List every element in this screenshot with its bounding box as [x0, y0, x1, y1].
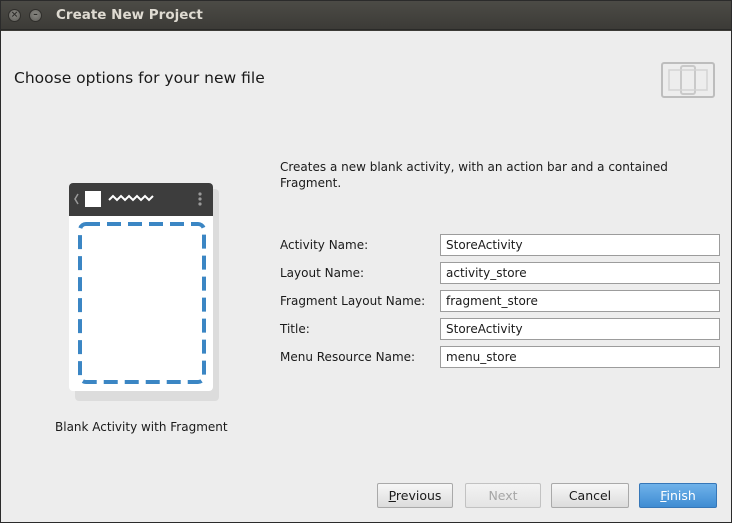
finish-button[interactable]: Finish — [639, 483, 717, 508]
device-layout-icon — [661, 62, 715, 101]
template-description: Creates a new blank activity, with an ac… — [280, 160, 668, 190]
finish-label: inish — [666, 488, 696, 503]
template-caption: Blank Activity with Fragment — [55, 420, 228, 434]
activity-name-label: Activity Name: — [280, 238, 369, 252]
cancel-button[interactable]: Cancel — [551, 483, 629, 508]
activity-name-field[interactable] — [440, 234, 720, 256]
dialog-content: Choose options for your new file Blank A… — [1, 31, 731, 522]
blank-activity-fragment-preview — [69, 183, 219, 404]
form-row-activity-name: Activity Name: — [280, 234, 720, 256]
layout-name-field[interactable] — [440, 262, 720, 284]
previous-label: revious — [395, 488, 442, 503]
menu-resource-name-label: Menu Resource Name: — [280, 350, 416, 364]
fragment-layout-name-label: Fragment Layout Name: — [280, 294, 426, 308]
window-minimize-button[interactable]: – — [29, 9, 42, 22]
layout-name-label: Layout Name: — [280, 266, 365, 280]
titlebar: × – Create New Project — [1, 1, 731, 30]
next-label: Next — [488, 488, 518, 503]
window-close-button[interactable]: × — [8, 9, 21, 22]
previous-mnemonic: P — [388, 488, 396, 503]
close-icon: × — [10, 10, 19, 20]
form-row-fragment-layout-name: Fragment Layout Name: — [280, 290, 720, 312]
next-button[interactable]: Next — [465, 483, 541, 508]
title-label: Title: — [280, 322, 310, 336]
menu-resource-name-field[interactable] — [440, 346, 720, 368]
window-title: Create New Project — [56, 7, 203, 23]
cancel-label: Cancel — [568, 488, 612, 503]
minimize-icon: – — [33, 10, 38, 20]
fragment-layout-name-field[interactable] — [440, 290, 720, 312]
page-title: Choose options for your new file — [14, 69, 265, 87]
form-row-menu-resource-name: Menu Resource Name: — [280, 346, 720, 368]
title-field[interactable] — [440, 318, 720, 340]
previous-button[interactable]: Previous — [377, 483, 453, 508]
form-row-layout-name: Layout Name: — [280, 262, 720, 284]
form-row-title: Title: — [280, 318, 720, 340]
create-new-project-window: × – Create New Project Choose options fo… — [0, 0, 732, 523]
